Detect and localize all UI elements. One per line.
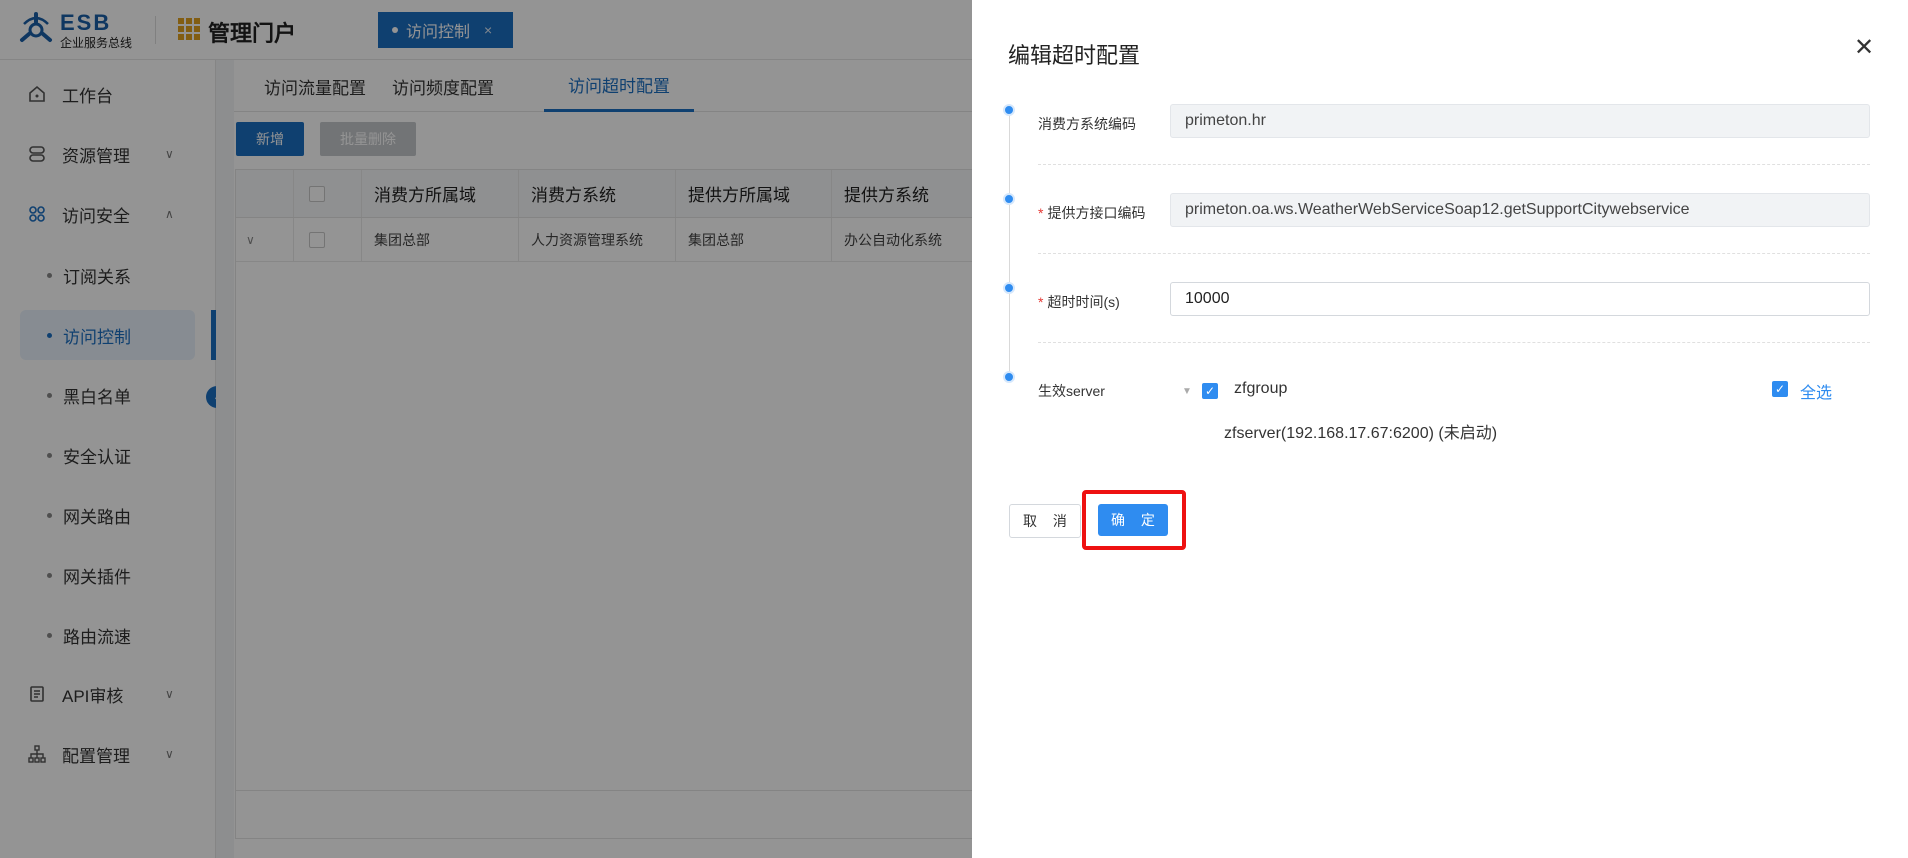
consumer-code-input[interactable] xyxy=(1170,104,1870,138)
server-label: 生效server xyxy=(1038,381,1105,401)
timeline-dot xyxy=(1003,282,1015,294)
timeout-label: * 超时时间(s) xyxy=(1038,292,1120,312)
provider-interface-label: * 提供方接口编码 xyxy=(1038,203,1145,223)
field-divider xyxy=(1038,342,1870,343)
drawer-title: 编辑超时配置 xyxy=(1008,43,1141,68)
confirm-highlight-box xyxy=(1082,490,1186,550)
select-all-checkbox[interactable]: ✓ xyxy=(1772,381,1788,397)
server-label-text: 生效server xyxy=(1038,383,1105,399)
group-checkbox[interactable]: ✓ xyxy=(1202,383,1218,399)
close-icon[interactable]: ✕ xyxy=(1852,36,1876,60)
server-group-label: zfgroup xyxy=(1234,380,1288,397)
edit-timeout-drawer: 编辑超时配置 ✕ 消费方系统编码 *提供方接口编码 *超时时间(s) 生效ser… xyxy=(972,0,1908,858)
server-item[interactable]: zfserver(192.168.17.67:6200) (未启动) xyxy=(1224,419,1497,443)
timeout-label-text: 超时时间(s) xyxy=(1047,294,1120,310)
timeline-dot xyxy=(1003,193,1015,205)
timeline-line xyxy=(1009,112,1010,378)
consumer-code-label: 消费方系统编码 xyxy=(1038,114,1136,134)
required-mark: * xyxy=(1038,294,1044,310)
tree-expand-icon[interactable]: ▼ xyxy=(1182,386,1192,397)
cancel-button[interactable]: 取 消 xyxy=(1009,504,1081,538)
provider-interface-input[interactable] xyxy=(1170,193,1870,227)
select-all-label[interactable]: 全选 xyxy=(1800,379,1832,403)
provider-interface-label-text: 提供方接口编码 xyxy=(1047,205,1146,221)
consumer-code-label-text: 消费方系统编码 xyxy=(1038,116,1136,132)
timeline-dot xyxy=(1003,371,1015,383)
required-mark: * xyxy=(1038,205,1044,221)
timeline-dot xyxy=(1003,104,1015,116)
field-divider xyxy=(1038,253,1870,254)
timeout-input[interactable] xyxy=(1170,282,1870,316)
field-divider xyxy=(1038,164,1870,165)
